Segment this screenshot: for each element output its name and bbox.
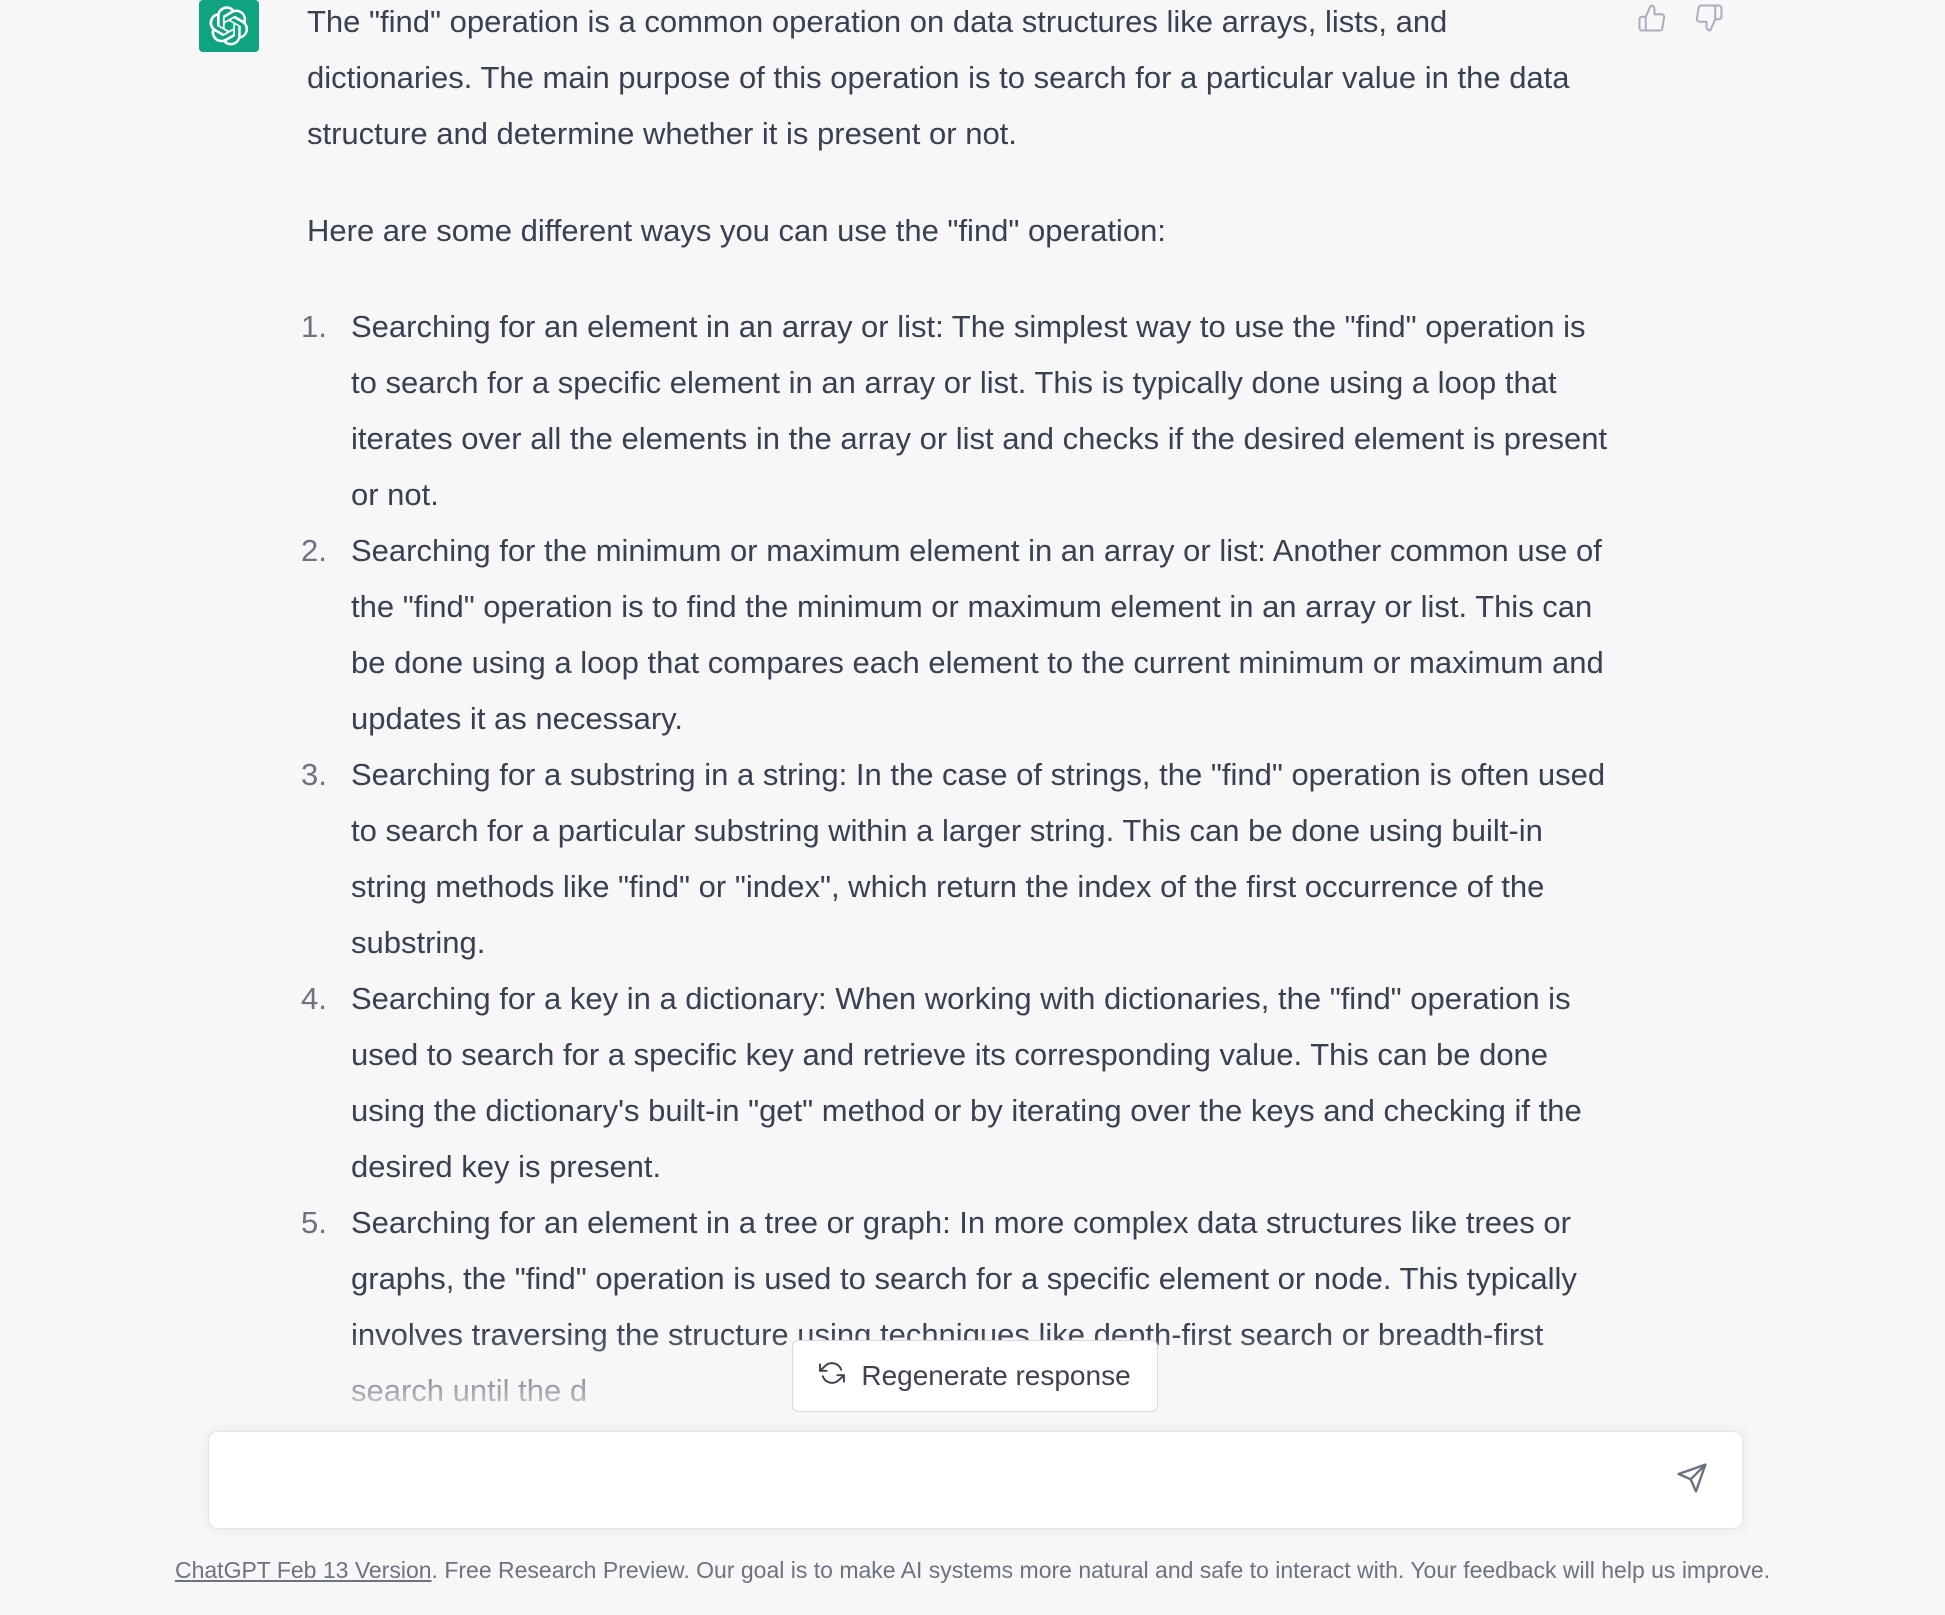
message-lead: Here are some different ways you can use… [307, 213, 1166, 248]
footer-text: . Free Research Preview. Our goal is to … [431, 1557, 1771, 1583]
list-item: 3. Searching for a substring in a string… [301, 747, 1617, 971]
message-intro: The "find" operation is a common operati… [307, 4, 1570, 151]
refresh-icon [819, 1360, 846, 1393]
send-icon [1676, 1462, 1708, 1499]
list-item-text: Searching for an element in an array or … [351, 309, 1608, 512]
ways-list: 1. Searching for an element in an array … [301, 299, 1617, 1419]
message-content: The "find" operation is a common operati… [301, 0, 1617, 1419]
list-item-number: 2. [301, 533, 327, 568]
footer-disclaimer: ChatGPT Feb 13 Version. Free Research Pr… [0, 1552, 1945, 1588]
list-item: 1. Searching for an element in an array … [301, 299, 1617, 523]
assistant-message: The "find" operation is a common operati… [0, 0, 1945, 1430]
list-item: 4. Searching for a key in a dictionary: … [301, 971, 1617, 1195]
message-input[interactable] [233, 1456, 1657, 1510]
send-button[interactable] [1672, 1460, 1712, 1500]
list-item-text: Searching for the minimum or maximum ele… [351, 533, 1604, 736]
version-link[interactable]: ChatGPT Feb 13 Version [175, 1557, 432, 1583]
message-input-box [208, 1431, 1743, 1529]
list-item-text: Searching for a key in a dictionary: Whe… [351, 981, 1582, 1184]
thumbs-down-icon[interactable] [1691, 0, 1727, 36]
thumbs-up-icon[interactable] [1634, 0, 1670, 36]
openai-logo-icon [199, 0, 259, 52]
regenerate-label: Regenerate response [861, 1360, 1131, 1391]
list-item: 2. Searching for the minimum or maximum … [301, 523, 1617, 747]
list-item-number: 3. [301, 757, 327, 792]
list-item-text: Searching for a substring in a string: I… [351, 757, 1606, 960]
list-item-number: 1. [301, 309, 327, 344]
list-item-number: 4. [301, 981, 327, 1016]
regenerate-response-button[interactable]: Regenerate response [792, 1340, 1158, 1412]
list-item-number: 5. [301, 1205, 327, 1240]
